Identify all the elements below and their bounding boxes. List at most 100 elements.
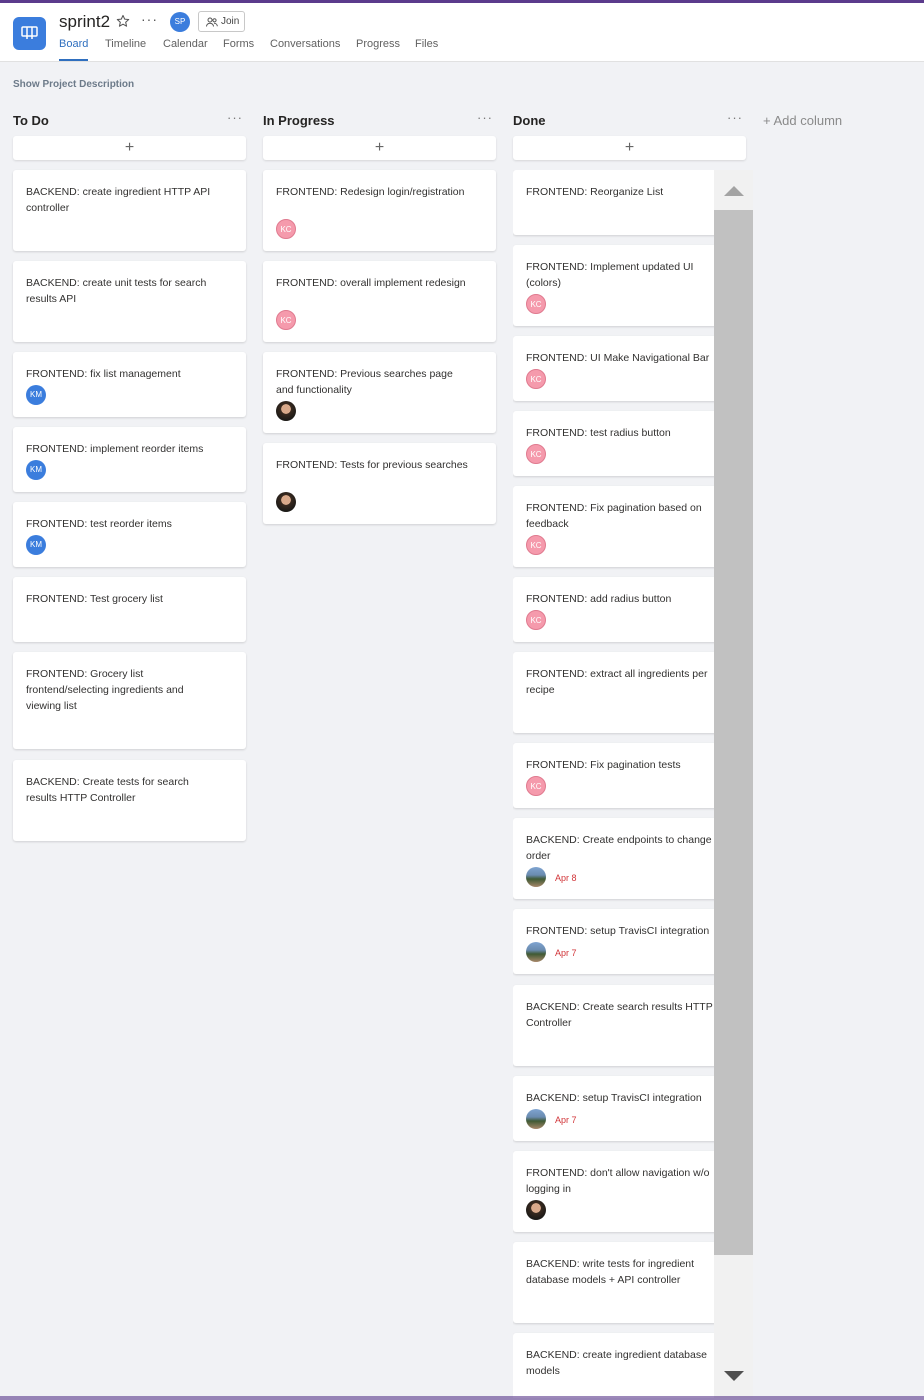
task-title: BACKEND: create ingredient database mode… [526,1349,707,1377]
assignee-avatar[interactable]: KC [526,535,546,555]
column-title: To Do [13,113,49,128]
task-card[interactable]: FRONTEND: extract all ingredients per re… [513,652,714,733]
task-title: FRONTEND: Test grocery list [26,593,163,605]
task-card[interactable]: FRONTEND: Tests for previous searches [263,443,496,524]
join-label: Join [221,16,240,27]
task-card[interactable]: BACKEND: setup TravisCI integration Apr … [513,1076,714,1141]
task-title: FRONTEND: overall implement redesign [276,277,466,289]
task-card[interactable]: BACKEND: Create tests for search results… [13,760,246,841]
assignee-avatar[interactable]: KC [526,369,546,389]
task-title: FRONTEND: fix list management [26,368,181,380]
assignee-photo-avatar[interactable] [526,867,546,887]
assignee-avatar[interactable]: KC [276,310,296,330]
task-card[interactable]: BACKEND: write tests for ingredient data… [513,1242,714,1323]
assignee-avatar[interactable]: KC [526,294,546,314]
assignee-photo-avatar[interactable] [276,492,296,512]
task-card[interactable]: FRONTEND: Redesign login/registration KC [263,170,496,251]
assignee-avatar[interactable]: KC [526,776,546,796]
add-task-button[interactable]: + [513,136,746,160]
task-card[interactable]: FRONTEND: Fix pagination tests KC [513,743,714,808]
done-card-list[interactable]: FRONTEND: Reorganize List FRONTEND: Impl… [513,170,714,1398]
task-card[interactable]: BACKEND: Create search results HTTP Cont… [513,985,714,1066]
task-title: FRONTEND: Fix pagination tests [526,759,681,771]
task-title: FRONTEND: Implement updated UI (colors) [526,261,694,289]
planner-app-icon[interactable] [13,17,46,50]
tab-forms[interactable]: Forms [223,38,254,50]
group-avatar[interactable]: SP [170,12,190,32]
task-title: BACKEND: write tests for ingredient data… [526,1258,695,1286]
task-title: FRONTEND: setup TravisCI integration [526,925,710,937]
task-title: FRONTEND: test radius button [526,427,671,439]
task-title: FRONTEND: Grocery list frontend/selectin… [26,668,184,712]
window-bottom-edge [0,1396,924,1400]
assignee-photo-avatar[interactable] [276,401,296,421]
task-card[interactable]: FRONTEND: UI Make Navigational Bar KC [513,336,714,401]
assignee-avatar[interactable]: KC [276,219,296,239]
tab-calendar[interactable]: Calendar [163,38,208,50]
tab-files[interactable]: Files [415,38,438,50]
project-header: sprint2 ··· SP Join Board Timeline Calen… [0,3,924,62]
scroll-up-arrow-icon[interactable] [723,185,745,197]
add-task-button[interactable]: + [263,136,496,160]
task-card[interactable]: FRONTEND: Test grocery list [13,577,246,642]
add-task-button[interactable]: + [13,136,246,160]
task-title: BACKEND: setup TravisCI integration [526,1092,702,1104]
tab-conversations[interactable]: Conversations [270,38,340,50]
task-card[interactable]: FRONTEND: add radius button KC [513,577,714,642]
column-more-icon[interactable]: ··· [477,110,493,125]
task-title: BACKEND: create ingredient HTTP API cont… [26,186,211,214]
assignee-photo-avatar[interactable] [526,1200,546,1220]
done-column-scrollbar[interactable] [714,170,753,1398]
task-card[interactable]: FRONTEND: implement reorder items KM [13,427,246,492]
task-title: FRONTEND: Previous searches page and fun… [276,368,453,396]
more-options-icon[interactable]: ··· [141,11,158,27]
join-button[interactable]: Join [198,11,245,32]
task-title: FRONTEND: Fix pagination based on feedba… [526,502,702,530]
tab-board[interactable]: Board [59,38,88,50]
assignee-avatar[interactable]: KM [26,460,46,480]
task-card[interactable]: FRONTEND: fix list management KM [13,352,246,417]
task-card[interactable]: FRONTEND: Fix pagination based on feedba… [513,486,714,567]
task-card[interactable]: FRONTEND: Reorganize List [513,170,714,235]
assignee-photo-avatar[interactable] [526,942,546,962]
assignee-photo-avatar[interactable] [526,1109,546,1129]
add-column-button[interactable]: + Add column [763,113,842,128]
assignee-avatar[interactable]: KC [526,610,546,630]
due-date: Apr 8 [555,873,577,883]
task-card[interactable]: FRONTEND: Previous searches page and fun… [263,352,496,433]
scrollbar-thumb[interactable] [714,210,753,1255]
column-title: Done [513,113,546,128]
task-title: FRONTEND: Reorganize List [526,186,664,198]
task-card[interactable]: FRONTEND: overall implement redesign KC [263,261,496,342]
column-more-icon[interactable]: ··· [727,110,743,125]
task-title: BACKEND: Create endpoints to change orde… [526,834,712,862]
show-description-link[interactable]: Show Project Description [13,79,134,90]
task-title: FRONTEND: implement reorder items [26,443,204,455]
task-title: FRONTEND: add radius button [526,593,672,605]
task-title: FRONTEND: don't allow navigation w/o log… [526,1167,710,1195]
task-card[interactable]: BACKEND: create ingredient HTTP API cont… [13,170,246,251]
task-title: FRONTEND: Redesign login/registration [276,186,465,198]
column-more-icon[interactable]: ··· [227,110,243,125]
project-title: sprint2 [59,12,111,31]
task-title: FRONTEND: extract all ingredients per re… [526,668,708,696]
due-date: Apr 7 [555,1115,577,1125]
tab-timeline[interactable]: Timeline [105,38,146,50]
task-card[interactable]: BACKEND: create ingredient database mode… [513,1333,714,1398]
task-card[interactable]: FRONTEND: test reorder items KM [13,502,246,567]
task-card[interactable]: FRONTEND: setup TravisCI integration Apr… [513,909,714,974]
scroll-down-arrow-icon[interactable] [723,1370,745,1382]
assignee-avatar[interactable]: KC [526,444,546,464]
assignee-avatar[interactable]: KM [26,535,46,555]
task-title: FRONTEND: Tests for previous searches [276,459,468,471]
task-card[interactable]: FRONTEND: test radius button KC [513,411,714,476]
assignee-avatar[interactable]: KM [26,385,46,405]
tab-progress[interactable]: Progress [356,38,400,50]
task-card[interactable]: BACKEND: create unit tests for search re… [13,261,246,342]
task-card[interactable]: BACKEND: Create endpoints to change orde… [513,818,714,899]
favorite-star-icon[interactable] [116,14,130,33]
task-card[interactable]: FRONTEND: Grocery list frontend/selectin… [13,652,246,749]
task-card[interactable]: FRONTEND: Implement updated UI (colors) … [513,245,714,326]
active-tab-indicator [59,59,88,61]
task-card[interactable]: FRONTEND: don't allow navigation w/o log… [513,1151,714,1232]
